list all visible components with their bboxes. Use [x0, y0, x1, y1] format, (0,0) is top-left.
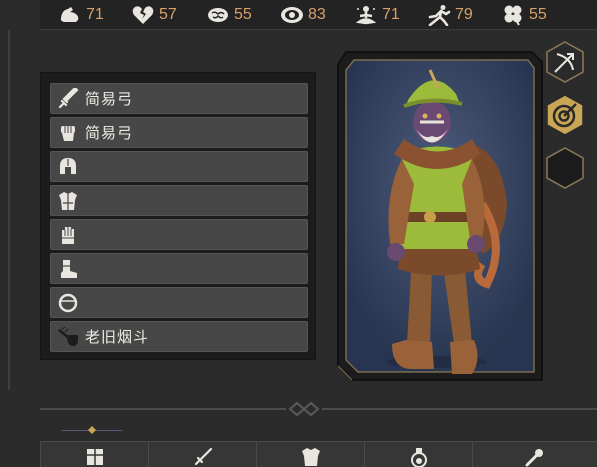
stat-strength: 71 — [58, 3, 104, 27]
tab-body-armor[interactable] — [256, 442, 364, 467]
armor-icon — [59, 191, 77, 210]
stat-intelligence: 55 — [206, 3, 252, 27]
skill-slot-button[interactable] — [543, 93, 587, 137]
sword-tab-icon — [194, 447, 212, 466]
equip-slot-weapon[interactable]: 简易弓 — [50, 83, 308, 114]
clover-icon — [504, 5, 522, 26]
stats-bar: 71 57 55 83 71 79 55 — [40, 0, 597, 30]
potion-tab-icon — [410, 448, 427, 467]
helmet-icon — [60, 157, 76, 174]
stat-agility: 79 — [427, 3, 473, 27]
eye-icon — [281, 7, 303, 23]
pipe-icon — [58, 326, 78, 346]
boot-icon — [61, 259, 77, 278]
equip-slot-offhand[interactable]: 简易弓 — [50, 117, 308, 148]
gauntlet-icon — [62, 226, 74, 244]
empty-hex-slot[interactable] — [543, 146, 587, 190]
sub-divider-marker — [88, 426, 96, 434]
left-frame-rail — [8, 30, 10, 390]
tab-consumables[interactable] — [364, 442, 472, 467]
ranged-weapon-slot-button[interactable] — [543, 40, 587, 84]
equip-slot-hands[interactable] — [50, 219, 308, 250]
equip-slot-ring[interactable] — [50, 287, 308, 318]
scepter-tab-icon — [525, 449, 543, 467]
meditation-icon — [355, 6, 377, 25]
tab-armor[interactable] — [40, 442, 148, 467]
strength-icon — [60, 7, 79, 22]
chestplate-tab-icon — [301, 448, 320, 466]
equip-slot-trinket[interactable]: 老旧烟斗 — [50, 321, 308, 352]
tab-weapons[interactable] — [148, 442, 256, 467]
tab-misc[interactable] — [472, 442, 597, 467]
stat-perception: 83 — [280, 3, 326, 27]
stat-vitality: 57 — [131, 3, 177, 27]
armor-tab-icon — [86, 449, 103, 465]
broken-heart-icon — [132, 6, 154, 24]
sword-icon — [58, 87, 79, 108]
equip-slot-head[interactable] — [50, 151, 308, 182]
ring-icon — [58, 293, 78, 312]
running-icon — [428, 5, 451, 26]
character-screen: 71 57 55 83 71 79 55 简易弓 简易弓 老旧烟斗 — [0, 0, 597, 467]
stat-luck: 55 — [501, 3, 547, 27]
equipment-panel: 简易弓 简易弓 老旧烟斗 — [40, 72, 316, 360]
equip-slot-body[interactable] — [50, 185, 308, 216]
stat-willpower: 71 — [354, 3, 400, 27]
brain-icon — [208, 8, 228, 22]
inventory-tab-bar — [40, 441, 597, 467]
divider-ornament — [286, 400, 322, 418]
equip-slot-feet[interactable] — [50, 253, 308, 284]
fist-icon — [61, 125, 75, 141]
